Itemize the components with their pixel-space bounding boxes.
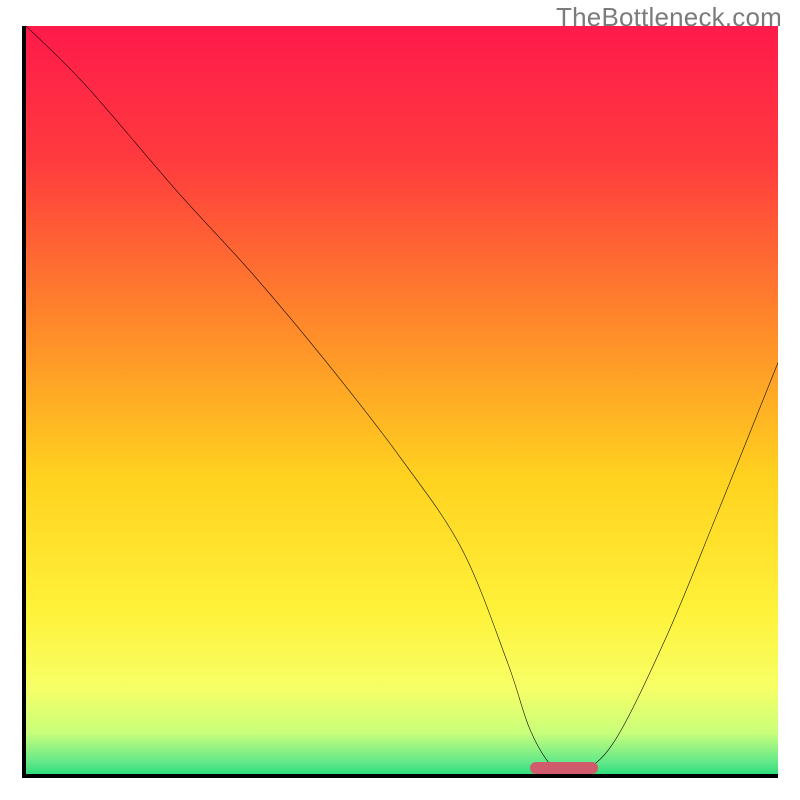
bottleneck-curve [26, 26, 778, 774]
plot-area [22, 26, 778, 778]
optimal-marker [530, 762, 598, 774]
chart-frame: TheBottleneck.com [0, 0, 800, 800]
